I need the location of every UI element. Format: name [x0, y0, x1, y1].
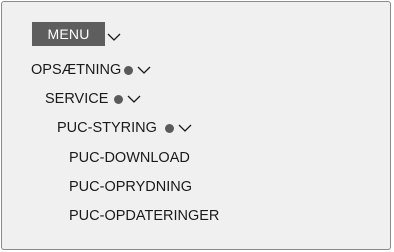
menu-item-label: PUC-OPRYDNING [69, 179, 192, 195]
chevron-down-icon[interactable] [127, 94, 141, 104]
menu-item-opsaetning[interactable]: OPSÆTNING [31, 60, 151, 80]
chevron-down-icon[interactable] [137, 65, 151, 75]
menu-item-puc-download[interactable]: PUC-DOWNLOAD [69, 148, 190, 168]
menu-panel: MENU OPSÆTNING SERVICE PUC-STYRING PUC-D… [1, 1, 391, 250]
dot-indicator-icon [124, 65, 134, 75]
chevron-down-icon[interactable] [107, 32, 121, 42]
menu-item-label: OPSÆTNING [31, 62, 122, 78]
chevron-down-icon[interactable] [178, 123, 192, 133]
menu-item-puc-styring[interactable]: PUC-STYRING [57, 118, 192, 138]
menu-item-puc-opdateringer[interactable]: PUC-OPDATERINGER [69, 206, 219, 226]
menu-item-label: SERVICE [45, 91, 109, 107]
menu-item-label: PUC-OPDATERINGER [69, 208, 220, 224]
menu-item-label: PUC-DOWNLOAD [69, 150, 190, 166]
menu-header: MENU [32, 22, 105, 46]
dot-indicator-icon [114, 94, 124, 104]
menu-item-label: PUC-STYRING [57, 120, 157, 136]
menu-item-puc-oprydning[interactable]: PUC-OPRYDNING [69, 177, 192, 197]
dot-indicator-icon [164, 123, 174, 133]
menu-item-service[interactable]: SERVICE [45, 89, 141, 109]
menu-button[interactable]: MENU [32, 22, 105, 46]
